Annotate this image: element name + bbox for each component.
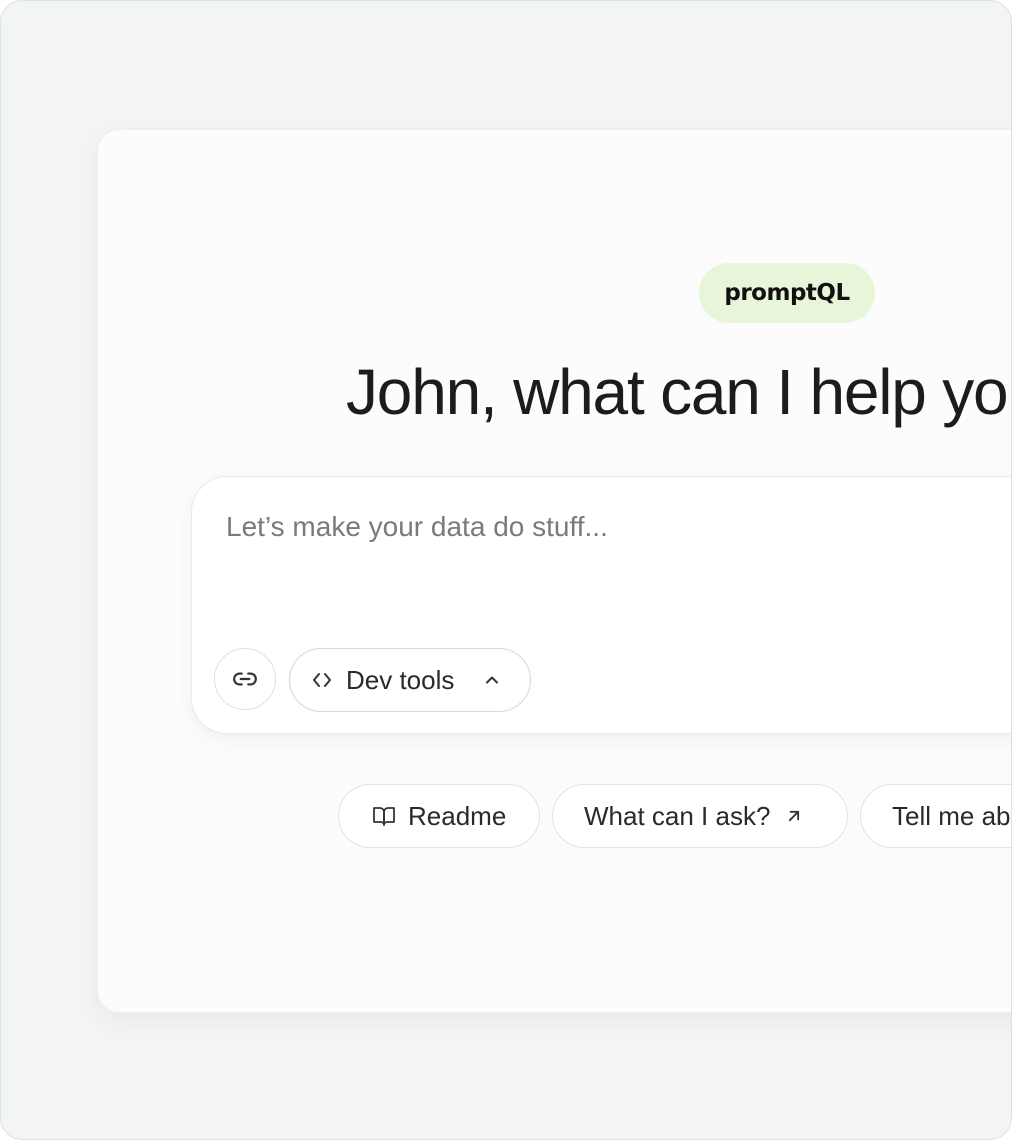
prompt-input[interactable]: [226, 507, 926, 547]
book-open-icon: [372, 804, 396, 828]
suggestion-label: Readme: [408, 800, 507, 831]
suggestion-tell-me-about[interactable]: Tell me about: [860, 784, 1011, 848]
app-window: promptQL John, what can I help you with?: [0, 0, 1012, 1140]
suggestion-label: What can I ask?: [584, 800, 771, 831]
dev-tools-label: Dev tools: [346, 664, 455, 695]
page-title: John, what can I help you with?: [346, 356, 1011, 428]
suggestion-what-can-i-ask[interactable]: What can I ask?: [552, 784, 848, 848]
link-icon: [232, 666, 258, 692]
main-card: promptQL John, what can I help you with?: [97, 129, 1011, 1013]
logo-text: promptQL: [724, 280, 850, 306]
chevron-up-icon: [482, 670, 502, 690]
code-brackets-icon: [310, 668, 334, 692]
attach-link-button[interactable]: [214, 648, 276, 710]
prompt-composer: Dev tools: [191, 476, 1011, 734]
arrow-up-right-icon: [784, 806, 804, 826]
suggestion-label: Tell me about: [892, 800, 1011, 831]
suggestion-readme[interactable]: Readme: [338, 784, 540, 848]
promptql-logo: promptQL: [699, 263, 875, 323]
dev-tools-button[interactable]: Dev tools: [289, 648, 531, 712]
